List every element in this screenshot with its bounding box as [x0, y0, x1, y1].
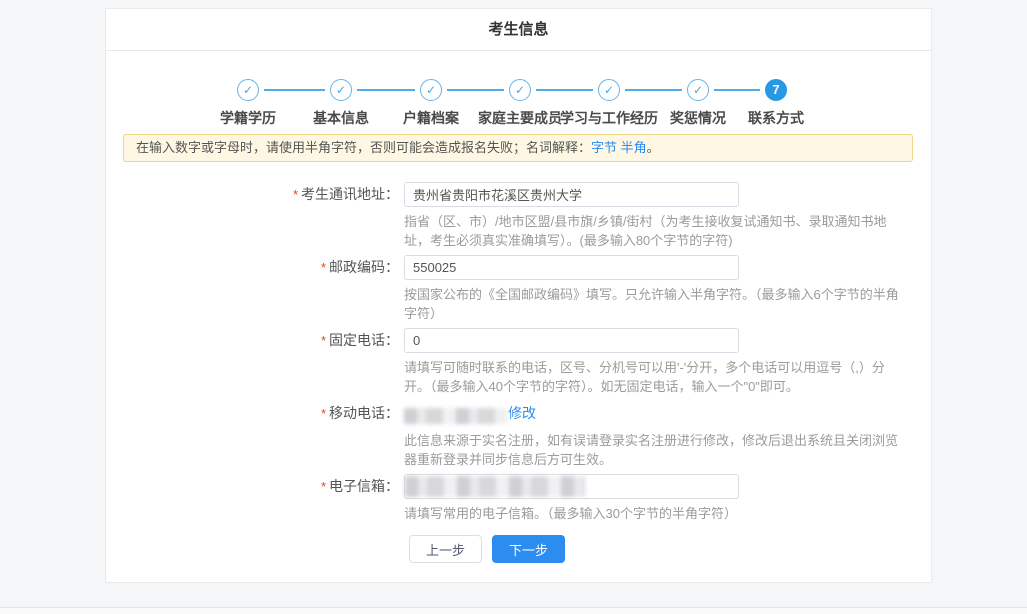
check-icon — [420, 79, 442, 101]
check-icon — [687, 79, 709, 101]
required-asterisk: * — [293, 187, 298, 202]
next-step-button[interactable]: 下一步 — [492, 535, 565, 563]
stepper-step-xueji: 学籍学历 — [220, 79, 276, 128]
stepper-step-family: 家庭主要成员 — [478, 79, 562, 128]
postal-code-help-text: 按国家公布的《全国邮政编码》填写。只允许输入半角字符。（最多输入6个字节的半角字… — [404, 285, 899, 323]
field-label: *邮政编码： — [106, 255, 404, 323]
field-label: *电子信箱： — [106, 474, 404, 523]
required-asterisk: * — [321, 333, 326, 348]
stepper-step-experience: 学习与工作经历 — [560, 79, 658, 128]
field-label: *固定电话： — [106, 328, 404, 396]
form-row-postal-code: *邮政编码： 按国家公布的《全国邮政编码》填写。只允许输入半角字符。（最多输入6… — [106, 255, 931, 323]
stepper-step-huji: 户籍档案 — [403, 79, 459, 128]
step-label: 家庭主要成员 — [478, 108, 562, 128]
step-label: 基本信息 — [313, 108, 369, 128]
byte-definition-link[interactable]: 字节 — [591, 140, 617, 155]
stepper-step-awards: 奖惩情况 — [670, 79, 726, 128]
form-row-mobile: *移动电话： 修改 此信息来源于实名注册，如有误请登录实名注册进行修改，修改后退… — [106, 401, 931, 469]
notice-text: 在输入数字或字母时，请使用半角字符，否则可能会造成报名失败；名词解释： — [136, 140, 591, 155]
page-title: 考生信息 — [106, 9, 931, 51]
modify-mobile-link[interactable]: 修改 — [508, 405, 536, 421]
stepper-step-contact-current: 7 联系方式 — [748, 79, 804, 128]
form-actions: 上一步 下一步 — [404, 535, 931, 563]
landline-help-text: 请填写可随时联系的电话，区号、分机号可以用'-'分开，多个电话可以用逗号（,）分… — [404, 358, 899, 396]
check-icon — [509, 79, 531, 101]
form-row-email: *电子信箱： 请填写常用的电子信箱。（最多输入30个字节的半角字符） — [106, 474, 931, 523]
email-redacted-value — [405, 476, 585, 497]
halfwidth-notice-bar: 在输入数字或字母时，请使用半角字符，否则可能会造成报名失败；名词解释：字节 半角… — [123, 134, 913, 162]
stepper-step-basic-info: 基本信息 — [313, 79, 369, 128]
step-label: 学习与工作经历 — [560, 108, 658, 128]
step-label: 奖惩情况 — [670, 108, 726, 128]
step-label: 户籍档案 — [403, 108, 459, 128]
check-icon — [237, 79, 259, 101]
form-row-address: *考生通讯地址： 指省（区、市）/地市区盟/县市旗/乡镇/街村（为考生接收复试通… — [106, 182, 931, 250]
halfwidth-definition-link[interactable]: 半角 — [621, 140, 647, 155]
check-icon — [330, 79, 352, 101]
wizard-stepper: 学籍学历 基本信息 户籍档案 家庭主要成员 学习与工作经历 奖惩情况 7 联系方… — [106, 51, 931, 127]
previous-step-button[interactable]: 上一步 — [409, 535, 482, 563]
address-help-text: 指省（区、市）/地市区盟/县市旗/乡镇/街村（为考生接收复试通知书、录取通知书地… — [404, 212, 899, 250]
field-label: *考生通讯地址： — [106, 182, 404, 250]
required-asterisk: * — [321, 406, 326, 421]
notice-suffix: 。 — [647, 140, 660, 155]
field-label: *移动电话： — [106, 401, 404, 469]
candidate-info-card: 考生信息 学籍学历 基本信息 户籍档案 家庭主要成员 学习与工作经历 — [105, 8, 932, 583]
step-label: 联系方式 — [748, 108, 804, 128]
required-asterisk: * — [321, 260, 326, 275]
check-icon — [598, 79, 620, 101]
form-row-landline: *固定电话： 请填写可随时联系的电话，区号、分机号可以用'-'分开，多个电话可以… — [106, 328, 931, 396]
current-step-number-badge: 7 — [765, 79, 787, 101]
step-label: 学籍学历 — [220, 108, 276, 128]
mobile-number-redacted-value — [404, 408, 508, 424]
email-help-text: 请填写常用的电子信箱。（最多输入30个字节的半角字符） — [404, 504, 899, 523]
mobile-help-text: 此信息来源于实名注册，如有误请登录实名注册进行修改，修改后退出系统且关闭浏览器重… — [404, 431, 899, 469]
required-asterisk: * — [321, 479, 326, 494]
address-input[interactable] — [404, 182, 739, 207]
landline-input[interactable] — [404, 328, 739, 353]
postal-code-input[interactable] — [404, 255, 739, 280]
contact-form: *考生通讯地址： 指省（区、市）/地市区盟/县市旗/乡镇/街村（为考生接收复试通… — [106, 182, 931, 563]
page-bottom-divider — [0, 607, 1027, 614]
